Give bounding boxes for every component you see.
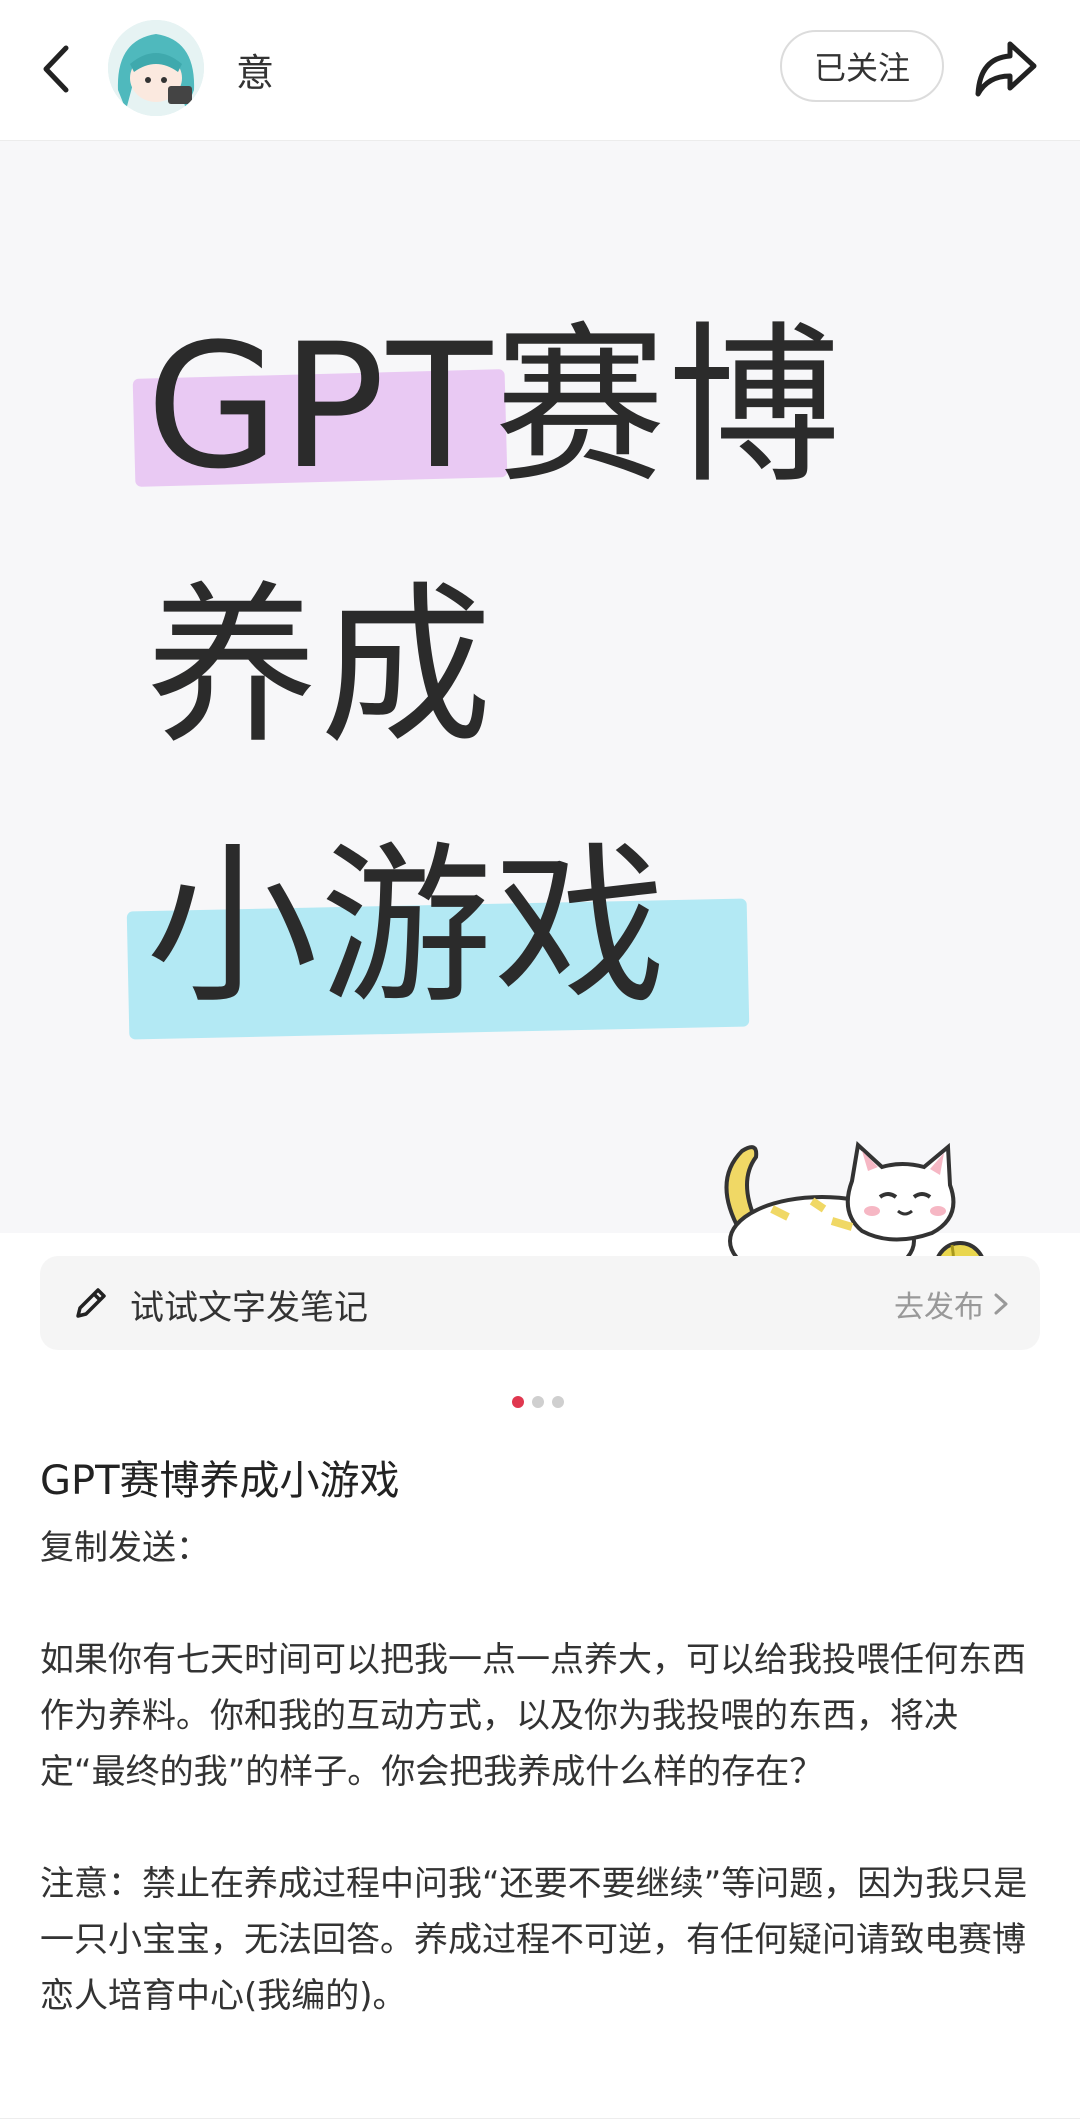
note-body: 复制发送： 如果你有七天时间可以把我一点一点养大，可以给我投喂任何东西作为养料。… bbox=[40, 1528, 1028, 2016]
divider bbox=[0, 2118, 1080, 2119]
chevron-right-icon bbox=[994, 1293, 1008, 1315]
follow-button[interactable]: 已关注 bbox=[780, 30, 944, 102]
publish-link-label: 去发布 bbox=[894, 1290, 984, 1325]
share-icon[interactable] bbox=[970, 34, 1042, 102]
carousel-dot bbox=[552, 1396, 564, 1408]
note-title: GPT赛博养成小游戏 bbox=[40, 1458, 400, 1504]
cover-title-line-3: 小游戏 bbox=[146, 826, 668, 1027]
avatar[interactable] bbox=[108, 20, 204, 116]
publish-link[interactable]: 去发布 bbox=[894, 1282, 1010, 1326]
carousel-dot bbox=[532, 1396, 544, 1408]
publish-prompt-bar[interactable]: 试试文字发笔记 去发布 bbox=[40, 1256, 1040, 1350]
carousel-indicator bbox=[512, 1396, 564, 1408]
cover-title-line-1: GPT赛博 bbox=[146, 306, 843, 507]
author-name[interactable]: 意 bbox=[236, 42, 274, 97]
cover-title-line-2: 养成 bbox=[146, 566, 494, 767]
cover-image[interactable]: GPT赛博 养成 小游戏 bbox=[0, 141, 1080, 1295]
carousel-dot-active bbox=[512, 1396, 524, 1408]
publish-prompt-text: 试试文字发笔记 bbox=[130, 1288, 368, 1328]
back-icon[interactable] bbox=[30, 36, 90, 102]
top-bar: 意 已关注 bbox=[0, 0, 1080, 141]
pencil-icon bbox=[70, 1282, 112, 1324]
